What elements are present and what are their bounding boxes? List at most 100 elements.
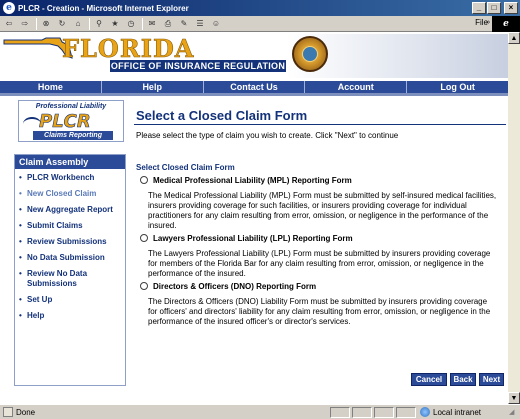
nav-divider [0,93,508,96]
bullet-icon: • [19,173,22,182]
sidebar-heading: Claim Assembly [15,155,125,169]
cancel-button[interactable]: Cancel [411,373,447,386]
toolbar-separator [89,17,90,30]
sidebar-item-new-closed-claim[interactable]: • New Closed Claim [19,189,125,199]
forward-arrow-icon[interactable]: ⇨ [18,18,32,30]
bullet-icon: • [19,221,22,230]
option-header: Lawyers Professional Liability (LPL) Rep… [140,233,506,243]
sidebar-item-label: Set Up [27,295,53,304]
bullet-icon: • [19,311,22,320]
search-icon[interactable]: ⚲ [92,18,106,30]
back-button[interactable]: Back [450,373,476,386]
print-icon[interactable]: ⎙ [161,18,175,30]
back-arrow-icon[interactable]: ⇦ [2,18,16,30]
option-description: The Medical Professional Liability (MPL)… [148,191,497,230]
sidebar-item-label: Review Submissions [27,237,107,246]
bullet-icon: • [19,269,22,278]
logo-top-text: Professional Liability [35,103,107,110]
option-description: The Lawyers Professional Liability (LPL)… [148,249,491,278]
sidebar-item-new-aggregate-report[interactable]: • New Aggregate Report [19,205,125,215]
next-button[interactable]: Next [479,373,504,386]
window-title: PLCR - Creation - Microsoft Internet Exp… [18,3,189,13]
favorites-icon[interactable]: ★ [108,18,122,30]
option-label[interactable]: Lawyers Professional Liability (LPL) Rep… [153,234,353,243]
radio-mpl[interactable] [140,176,148,184]
sidebar-item-label: Help [27,311,45,320]
option-label[interactable]: Directors & Officers (DNO) Reporting For… [153,282,316,291]
sidebar-item-review-no-data-submissions[interactable]: • Review No Data Submissions [19,269,125,289]
page-title: Select a Closed Claim Form [136,108,308,123]
sidebar-item-plcr-workbench[interactable]: • PLCR Workbench [19,173,125,183]
chevron-right-icon[interactable]: » [486,19,490,26]
messenger-icon[interactable]: ☺ [209,18,223,30]
zone-label: Local intranet [433,407,482,417]
status-text: Done [16,407,36,417]
mail-icon[interactable]: ✉ [145,18,159,30]
logo-main-text: PLCR [39,111,91,133]
radio-lpl[interactable] [140,234,148,242]
option-lpl: Lawyers Professional Liability (LPL) Rep… [140,233,506,279]
office-name: OFFICE OF INSURANCE REGULATION [110,60,286,72]
scroll-down-button[interactable]: ▼ [508,392,520,404]
sidebar-item-review-submissions[interactable]: • Review Submissions [19,237,125,247]
scrollbar-track[interactable] [508,44,520,392]
section-title: Select Closed Claim Form [136,163,235,172]
option-dno: Directors & Officers (DNO) Reporting For… [140,281,506,327]
state-seal-icon [292,36,328,72]
windows-logo-icon: e [492,16,520,32]
logo-bottom-text: Claims Reporting [33,131,113,140]
sidebar-item-no-data-submission[interactable]: • No Data Submission [19,253,125,263]
option-description: The Directors & Officers (DNO) Liability… [148,297,491,326]
nav-home[interactable]: Home [0,81,102,93]
sidebar-item-submit-claims[interactable]: • Submit Claims [19,221,125,231]
nav-help[interactable]: Help [102,81,204,93]
toolbar-separator [142,17,143,30]
security-zone: Local intranet [420,407,481,417]
nav-log-out[interactable]: Log Out [407,81,508,93]
site-banner: FLORIDA OFFICE OF INSURANCE REGULATION [0,32,508,78]
intranet-globe-icon [420,407,430,417]
window-controls: _ □ × [472,2,518,14]
sidebar-item-label: PLCR Workbench [27,173,95,182]
option-label[interactable]: Medical Professional Liability (MPL) Rep… [153,176,352,185]
minimize-button[interactable]: _ [472,2,486,14]
sidebar-item-label: Submit Claims [27,221,83,230]
nav-contact-us[interactable]: Contact Us [204,81,306,93]
refresh-icon[interactable]: ↻ [55,18,69,30]
sidebar-item-label: New Aggregate Report [27,205,113,214]
resize-grip-icon[interactable]: ◢ [509,408,519,418]
stop-icon[interactable]: ⊗ [39,18,53,30]
page-viewport: FLORIDA OFFICE OF INSURANCE REGULATION H… [0,32,520,404]
home-icon[interactable]: ⌂ [71,18,85,30]
bullet-icon: • [19,189,22,198]
florida-wordmark: FLORIDA [62,34,195,64]
nav-account[interactable]: Account [305,81,408,93]
sidebar: Claim Assembly • PLCR Workbench • New Clos… [14,154,126,386]
radio-dno[interactable] [140,282,148,290]
ie-icon: e [3,2,15,14]
history-icon[interactable]: ◷ [124,18,138,30]
status-bar: Done Local intranet ◢ [0,404,520,419]
bullet-icon: • [19,237,22,246]
sidebar-item-set-up[interactable]: • Set Up [19,295,125,305]
option-header: Medical Professional Liability (MPL) Rep… [140,175,506,185]
sidebar-item-help[interactable]: • Help [19,311,125,321]
option-header: Directors & Officers (DNO) Reporting For… [140,281,506,291]
maximize-button[interactable]: □ [487,2,501,14]
title-bar: e PLCR - Creation - Microsoft Internet E… [0,0,520,16]
discuss-icon[interactable]: ☰ [193,18,207,30]
sidebar-item-label: New Closed Claim [27,189,97,198]
sidebar-list: • PLCR Workbench • New Closed Claim • New A… [15,169,125,321]
page-icon [3,407,13,417]
scroll-up-button[interactable]: ▲ [508,32,520,44]
status-pane [396,407,416,418]
status-pane [352,407,372,418]
bullet-icon: • [19,295,22,304]
edit-icon[interactable]: ✎ [177,18,191,30]
close-button[interactable]: × [504,2,518,14]
sidebar-item-label: Review No Data Submissions [27,269,88,288]
page-instructions: Please select the type of claim you wish… [136,131,399,140]
sidebar-item-label: No Data Submission [27,253,105,262]
title-divider [134,124,506,125]
browser-toolbar: ⇦ ⇨ ⊗ ↻ ⌂ ⚲ ★ ◷ ✉ ⎙ ✎ ☰ ☺ [0,16,520,32]
